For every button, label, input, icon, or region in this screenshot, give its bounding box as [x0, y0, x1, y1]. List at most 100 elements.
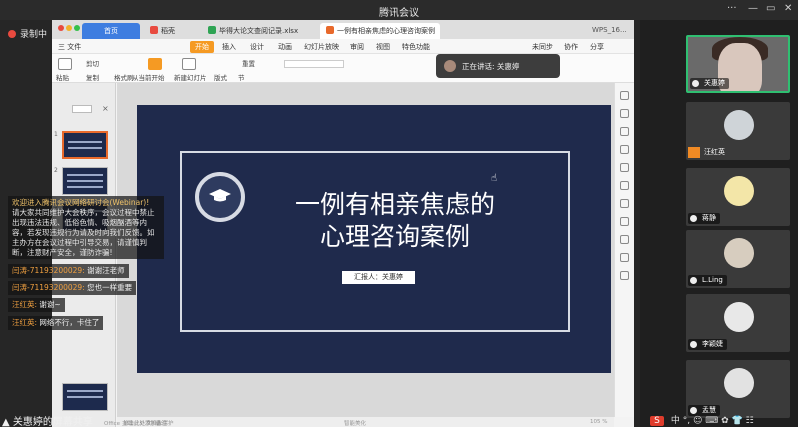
slide-title[interactable]: 一例有相亲焦虑的 心理咨询案例 — [242, 189, 548, 253]
side-tool-icon[interactable] — [620, 253, 629, 262]
chat-message: 闫涛-71193200029: 您也一样重要 — [8, 281, 137, 295]
side-tool-icon[interactable] — [620, 145, 629, 154]
participant-avatar — [724, 368, 754, 398]
side-tool-icon[interactable] — [620, 199, 629, 208]
mic-muted-icon — [690, 215, 697, 222]
chat-sender: 闫涛-71193200029: — [12, 266, 85, 275]
section-button[interactable]: 节 — [238, 72, 245, 82]
cut-button[interactable]: 剪切 — [86, 58, 99, 68]
wps-min-dot[interactable] — [66, 25, 72, 31]
more-icon[interactable]: ··· — [727, 4, 737, 14]
minimize-icon[interactable]: — — [748, 4, 758, 14]
mic-muted-icon — [690, 341, 697, 348]
slide-canvas[interactable]: 一例有相亲焦虑的 心理咨询案例 汇报人：关惠婷 ☝ — [117, 83, 614, 417]
paste-button[interactable]: 粘贴 — [56, 72, 69, 82]
speaking-indicator: 正在讲话: 关惠婷 — [436, 54, 560, 78]
participant-list: 关惠婷 汪红英 蒋静 L.Ling 李颖婕 孟慧 — [682, 30, 794, 427]
slide[interactable]: 一例有相亲焦虑的 心理咨询案例 汇报人：关惠婷 — [137, 105, 611, 373]
chat-system-headline: 欢迎进入腾讯会议网络研讨会(Webinar)! — [12, 198, 150, 207]
ime-menu-icon[interactable]: ☷ — [746, 416, 754, 426]
speaker-avatar — [444, 60, 456, 72]
copy-button[interactable]: 复制 — [86, 72, 99, 82]
paste-icon[interactable] — [58, 58, 72, 70]
reset-button[interactable]: 重置 — [242, 58, 255, 68]
menu-features[interactable]: 特色功能 — [402, 42, 430, 52]
thumb-view-toggle[interactable] — [72, 105, 92, 113]
participant-name: 汪红英 — [704, 148, 725, 156]
side-tool-icon[interactable] — [620, 235, 629, 244]
wps-tab-docer-label: 稻壳 — [161, 27, 175, 35]
menu-slideshow[interactable]: 幻灯片放映 — [304, 42, 339, 52]
menu-design[interactable]: 设计 — [250, 42, 264, 52]
participant-avatar — [724, 176, 754, 206]
wps-close-dot[interactable] — [58, 25, 64, 31]
format-painter-button[interactable]: 格式刷 — [114, 72, 134, 82]
new-slide-icon[interactable] — [182, 58, 196, 70]
recording-indicator[interactable]: 录制中 — [8, 27, 47, 41]
wps-tab-bar: 首页 稻壳 毕得大论文查阅记录.xlsx 一例有相亲焦虑的心理咨询案例 WPS_… — [52, 20, 634, 39]
wps-tab-xlsx[interactable]: 毕得大论文查阅记录.xlsx — [202, 23, 304, 39]
menu-collab[interactable]: 协作 — [564, 42, 578, 52]
ime-punct[interactable]: °, — [683, 416, 690, 426]
graduation-cap-badge — [195, 172, 245, 222]
sogou-ime-icon[interactable]: S — [650, 416, 664, 426]
participant-tile[interactable]: 汪红英 — [686, 102, 790, 160]
ime-mode[interactable]: 中 — [671, 416, 680, 426]
new-slide-button[interactable]: 新建幻灯片 — [174, 72, 207, 82]
side-tool-icon[interactable] — [620, 91, 629, 100]
participant-tile[interactable]: 关惠婷 — [686, 35, 790, 93]
side-tool-icon[interactable] — [620, 163, 629, 172]
protect-label[interactable]: 文档未保护 — [146, 419, 174, 427]
font-format-row[interactable] — [284, 71, 384, 79]
menu-sync[interactable]: 未同步 — [532, 42, 553, 52]
side-tool-icon[interactable] — [620, 271, 629, 280]
participant-tile[interactable]: 蒋静 — [686, 168, 790, 226]
chat-sender: 汪红英: — [12, 300, 38, 309]
slide-thumbnail[interactable] — [62, 383, 108, 411]
menu-insert[interactable]: 插入 — [222, 42, 236, 52]
menu-file[interactable]: 三 文件 — [58, 42, 81, 52]
participant-tile[interactable]: 孟慧 — [686, 360, 790, 418]
play-icon[interactable] — [148, 58, 162, 70]
wps-tab-docer[interactable]: 稻壳 — [144, 23, 181, 39]
font-select[interactable] — [284, 60, 344, 68]
wps-max-dot[interactable] — [74, 25, 80, 31]
beautify-button[interactable]: 智能美化 — [344, 419, 366, 427]
chat-system-body: 请大家共同维护大会秩序，会议过程中禁止出现违法违规、低俗色情、吸烟酗酒等内容，若… — [12, 208, 155, 257]
menu-start[interactable]: 开始 — [190, 41, 214, 53]
menu-review[interactable]: 审阅 — [350, 42, 364, 52]
close-pane-icon[interactable]: × — [102, 104, 109, 113]
wps-account-label[interactable]: WPS_16... — [586, 23, 633, 39]
mic-muted-icon — [690, 277, 697, 284]
side-tool-icon[interactable] — [620, 127, 629, 136]
slide-thumbnail[interactable] — [62, 167, 108, 195]
ime-emoji-icon[interactable]: ☺ — [693, 416, 702, 426]
graduation-cap-icon — [209, 189, 231, 202]
slide-thumbnail[interactable] — [62, 131, 108, 159]
maximize-icon[interactable]: ▭ — [766, 4, 775, 14]
record-dot-icon — [8, 30, 16, 38]
ime-shirt-icon[interactable]: 👕 — [732, 416, 743, 426]
ime-keyboard-icon[interactable]: ⌨ — [705, 416, 718, 426]
side-tool-icon[interactable] — [620, 181, 629, 190]
wps-tab-xlsx-label: 毕得大论文查阅记录.xlsx — [219, 27, 299, 35]
zoom-level[interactable]: 105 % — [590, 419, 607, 425]
wps-tab-ppt[interactable]: 一例有相亲焦虑的心理咨询案例 — [320, 23, 440, 39]
theme-label: Office 主题 — [104, 421, 133, 427]
layout-button[interactable]: 版式 — [214, 72, 227, 82]
ime-skin-icon[interactable]: ✿ — [721, 416, 729, 426]
side-tool-icon[interactable] — [620, 109, 629, 118]
window-title: 腾讯会议 — [379, 8, 419, 19]
menu-view[interactable]: 视图 — [376, 42, 390, 52]
close-icon[interactable]: ✕ — [784, 4, 792, 14]
menu-share[interactable]: 分享 — [590, 42, 604, 52]
wps-tab-home[interactable]: 首页 — [82, 23, 140, 39]
side-tool-icon[interactable] — [620, 217, 629, 226]
participant-tile[interactable]: 李颖婕 — [686, 294, 790, 352]
wps-right-toolbar — [614, 83, 634, 417]
participant-tile[interactable]: L.Ling — [686, 230, 790, 288]
slide-reporter[interactable]: 汇报人：关惠婷 — [342, 271, 415, 284]
chat-sender: 汪红英: — [12, 318, 38, 327]
menu-animation[interactable]: 动画 — [278, 42, 292, 52]
play-from-current-button[interactable]: 从当前开始 — [132, 72, 165, 82]
